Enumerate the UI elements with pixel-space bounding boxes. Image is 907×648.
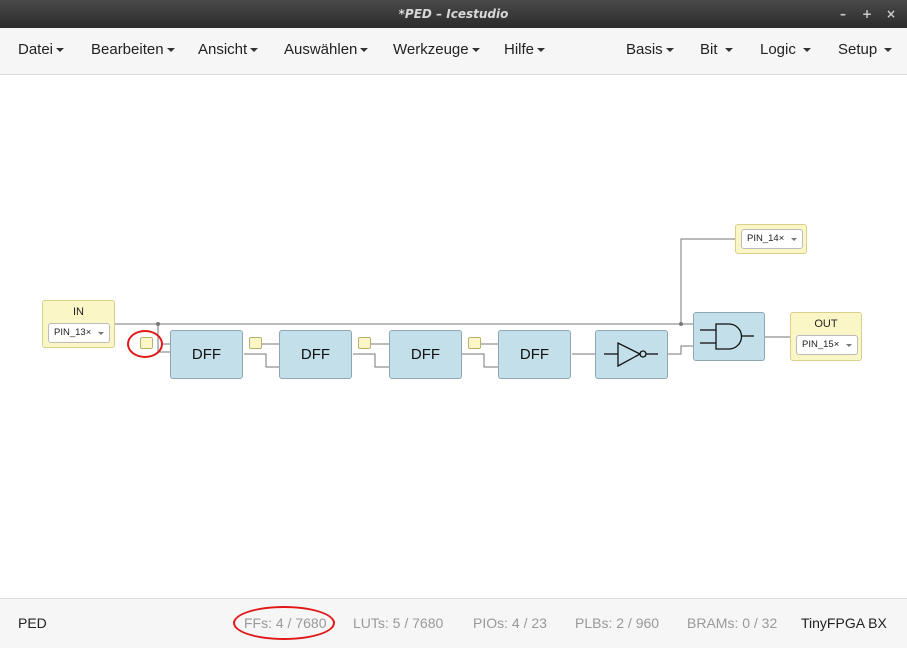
and-gate-block[interactable] (693, 312, 765, 361)
input-block-title: IN (73, 306, 84, 318)
caret-down-icon (98, 332, 104, 335)
caret-down-icon (360, 48, 369, 53)
menu-bearbeiten[interactable]: Bearbeiten (91, 28, 175, 74)
constant-port-block[interactable] (468, 337, 481, 349)
brams-usage: BRAMs: 0 / 32 (687, 615, 778, 631)
wire-dff3-dff4 (462, 353, 498, 368)
wire-input-to-dff1 (157, 324, 170, 353)
board-name[interactable]: TinyFPGA BX (801, 599, 887, 647)
pin-select-value: PIN_14 (747, 233, 779, 244)
menu-label: Werkzeuge (393, 41, 469, 58)
menu-auswaehlen[interactable]: Auswählen (284, 28, 369, 74)
clear-x-icon: × (85, 327, 92, 338)
menu-label: Basis (626, 41, 663, 58)
close-button[interactable]: × (885, 0, 897, 28)
caret-down-icon (724, 48, 733, 53)
clear-x-icon: × (778, 233, 785, 244)
menu-basis[interactable]: Basis (626, 28, 674, 74)
wire-dff2-dff3 (353, 353, 389, 368)
output-block[interactable]: OUT PIN_15× (790, 312, 862, 361)
menu-label: Hilfe (504, 41, 535, 58)
dff-block[interactable]: DFF (389, 330, 462, 379)
caret-down-icon (537, 48, 546, 53)
caret-down-icon (166, 48, 175, 53)
pin-select-value: PIN_15 (802, 339, 834, 350)
menu-label: Ansicht (198, 41, 248, 58)
dff-block[interactable]: DFF (498, 330, 571, 379)
caret-down-icon (803, 48, 812, 53)
dff-block[interactable]: DFF (279, 330, 352, 379)
input-block[interactable]: IN PIN_13× (42, 300, 115, 348)
caret-down-icon (250, 48, 259, 53)
pin-select-value: PIN_13 (54, 327, 86, 338)
menu-datei[interactable]: Datei (18, 28, 65, 74)
junction-dot (679, 322, 683, 326)
statusbar: PED FFs: 4 / 7680 LUTs: 5 / 7680 PIOs: 4… (0, 598, 907, 648)
window-title: *PED – Icestudio (398, 7, 509, 21)
output-block-title: OUT (814, 318, 838, 330)
pios-usage: PIOs: 4 / 23 (473, 615, 547, 631)
dff-label: DFF (519, 346, 550, 363)
caret-down-icon (884, 48, 893, 53)
window-controls: – + × (837, 0, 897, 28)
caret-down-icon (846, 344, 852, 347)
menu-label: Bit (700, 41, 718, 58)
menu-label: Logic (760, 41, 796, 58)
ffs-usage: FFs: 4 / 7680 (244, 615, 327, 631)
dff-block[interactable]: DFF (170, 330, 243, 379)
caret-down-icon (471, 48, 480, 53)
dff-label: DFF (300, 346, 331, 363)
menu-hilfe[interactable]: Hilfe (504, 28, 546, 74)
junction-dot (156, 322, 160, 326)
menu-label: Auswählen (284, 41, 358, 58)
design-canvas[interactable]: IN PIN_13× DFF DFF DFF DFF PIN_14× OUT P… (2, 76, 905, 597)
plbs-usage: PLBs: 2 / 960 (575, 615, 660, 631)
maximize-button[interactable]: + (861, 0, 873, 28)
constant-port-block[interactable] (358, 337, 371, 349)
menu-bit[interactable]: Bit (700, 28, 733, 74)
input-pin-select[interactable]: PIN_13× (48, 323, 110, 343)
luts-usage: LUTs: 5 / 7680 (353, 615, 444, 631)
dff-label: DFF (191, 346, 222, 363)
menu-ansicht[interactable]: Ansicht (198, 28, 259, 74)
clear-x-icon: × (833, 339, 840, 350)
caret-down-icon (791, 238, 797, 241)
not-gate-icon (604, 341, 658, 368)
wire-dff1-dff2 (244, 353, 279, 368)
project-name: PED (18, 615, 47, 631)
caret-down-icon (56, 48, 65, 53)
menu-logic[interactable]: Logic (760, 28, 812, 74)
and-gate-icon (700, 323, 754, 350)
menu-label: Datei (18, 41, 54, 58)
not-gate-block[interactable] (595, 330, 668, 379)
constant-port-block[interactable] (140, 337, 153, 349)
window-titlebar: *PED – Icestudio – + × (0, 0, 907, 28)
output-pin-select[interactable]: PIN_15× (796, 335, 858, 355)
menu-label: Setup (838, 41, 878, 58)
output-block-pin14[interactable]: PIN_14× (735, 224, 807, 254)
constant-port-block[interactable] (249, 337, 262, 349)
caret-down-icon (665, 48, 674, 53)
menu-werkzeuge[interactable]: Werkzeuge (393, 28, 480, 74)
dff-label: DFF (410, 346, 441, 363)
output-pin14-select[interactable]: PIN_14× (741, 229, 803, 249)
wire-not-and (668, 345, 693, 355)
minimize-button[interactable]: – (837, 0, 849, 28)
menu-setup[interactable]: Setup (838, 28, 893, 74)
menubar: Datei Bearbeiten Ansicht Auswählen Werkz… (0, 28, 907, 75)
menu-label: Bearbeiten (91, 41, 164, 58)
